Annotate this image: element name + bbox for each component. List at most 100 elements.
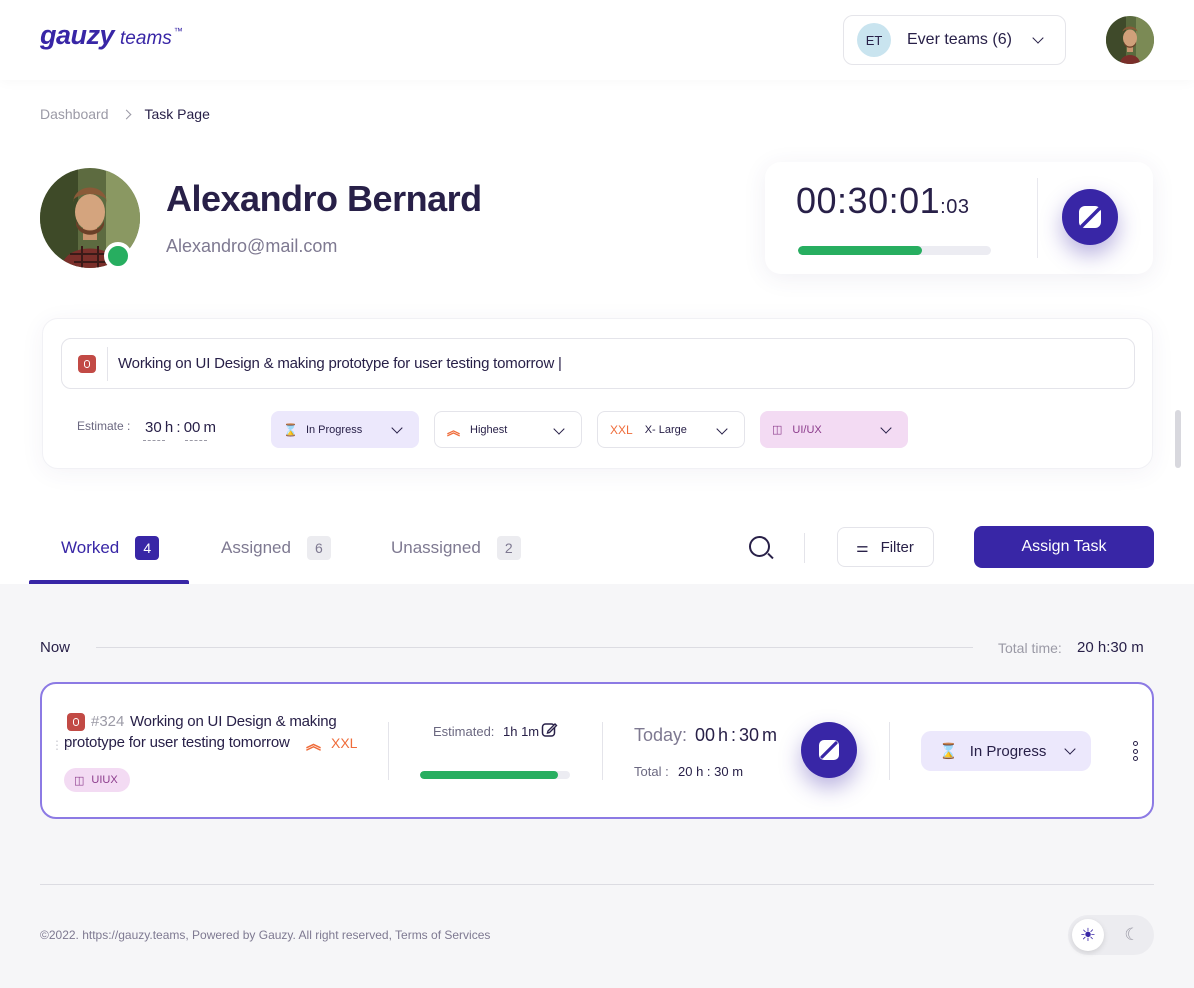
logo-wordmark: gauzy (40, 20, 115, 50)
bug-icon (78, 354, 96, 373)
task-input-text: Working on UI Design & making prototype … (118, 355, 562, 372)
gauzy-logo[interactable]: gauzy teams ™ (40, 20, 183, 51)
task-progress-bar (420, 771, 570, 779)
chevron-down-icon (880, 422, 892, 434)
profile-email: Alexandro@mail.com (166, 236, 338, 256)
team-selector[interactable]: ET Ever teams (6) (843, 15, 1066, 65)
task-title[interactable]: Working on UI Design & making (130, 713, 337, 730)
chevron-right-icon (121, 109, 131, 119)
divider (388, 722, 389, 780)
task-label-text: UIUX (91, 774, 118, 786)
tab-unassigned-label: Unassigned (391, 538, 481, 557)
chevron-down-icon (391, 422, 403, 434)
filter-label: Filter (880, 538, 914, 556)
task-status-dropdown[interactable]: ⌛ In Progress (921, 731, 1091, 771)
priority-value: Highest (470, 423, 508, 436)
play-icon (819, 740, 839, 760)
tab-assigned-label: Assigned (221, 538, 291, 557)
page-scrollbar[interactable] (1175, 410, 1181, 468)
tab-unassigned[interactable]: Unassigned 2 (391, 536, 521, 560)
breadcrumb-dashboard-link[interactable]: Dashboard (40, 106, 109, 122)
total-time-label: Total time: (998, 640, 1062, 656)
divider (804, 533, 805, 563)
label-icon: ◫ (74, 774, 85, 787)
task-title-continued[interactable]: prototype for user testing tomorrow (64, 734, 290, 751)
task-status-value: In Progress (969, 742, 1047, 760)
section-divider (96, 647, 973, 648)
estimate-hours-underline (143, 440, 165, 441)
size-dropdown[interactable]: XXL X- Large (597, 411, 745, 448)
moon-icon[interactable]: ☾ (1120, 923, 1144, 947)
status-value: In Progress (305, 423, 363, 436)
size-code: XXL (610, 422, 633, 437)
timer-card: 00:30:01:03 (765, 162, 1153, 274)
timer-toggle-button[interactable] (1062, 189, 1118, 245)
label-icon: ◫ (772, 424, 783, 436)
tab-assigned[interactable]: Assigned 6 (221, 536, 331, 560)
divider (1037, 178, 1038, 258)
chevron-down-icon (716, 423, 728, 435)
task-progress-fill (420, 771, 558, 779)
active-task-card: Working on UI Design & making prototype … (42, 318, 1153, 469)
tab-worked-label: Worked (61, 538, 120, 557)
theme-toggle[interactable]: ☀ ☾ (1068, 915, 1154, 955)
tab-unassigned-count: 2 (496, 536, 521, 560)
estimated-value: 1h 1m (503, 724, 540, 739)
priority-dropdown[interactable]: ︽ Highest (434, 411, 582, 448)
priority-icon: ︽ (306, 736, 322, 753)
divider (889, 722, 890, 780)
sun-icon[interactable]: ☀ (1072, 919, 1104, 951)
tab-worked[interactable]: Worked 4 (61, 536, 160, 560)
bug-icon (67, 713, 85, 731)
team-name: Ever teams (6) (907, 31, 1012, 48)
status-dropdown[interactable]: ⌛ In Progress (271, 411, 419, 448)
hourglass-icon: ⌛ (283, 422, 298, 437)
logo-subtitle: teams (120, 28, 172, 49)
top-header: gauzy teams ™ ET Ever teams (6) (0, 0, 1194, 80)
today-value: 00 h : 30 m (695, 725, 778, 745)
estimated-label: Estimated: (433, 724, 495, 739)
divider (602, 722, 603, 780)
estimate-minutes-underline (185, 440, 207, 441)
timer-progress-bar (798, 246, 991, 255)
user-avatar[interactable] (1106, 16, 1154, 64)
label-value: UI/UX (792, 423, 822, 436)
timer-progress-fill (798, 246, 922, 255)
section-title: Now (40, 639, 71, 656)
tab-worked-count: 4 (135, 536, 160, 560)
team-avatar: ET (857, 23, 891, 57)
task-timer-button[interactable] (801, 722, 857, 778)
priority-icon: ︽ (447, 423, 461, 438)
size-value: X- Large (644, 423, 687, 436)
profile-name: Alexandro Bernard (166, 178, 482, 219)
footer-divider (40, 884, 1154, 885)
assign-task-button[interactable]: Assign Task (974, 526, 1154, 568)
kebab-icon[interactable] (1132, 741, 1138, 761)
task-input[interactable]: Working on UI Design & making prototype … (61, 338, 1135, 389)
total-time-value: 20 h:30 m (1077, 639, 1144, 656)
chevron-down-icon (553, 423, 565, 435)
breadcrumb: Dashboard Task Page (40, 106, 210, 122)
footer-copyright: ©2022. https://gauzy.teams, Powered by G… (40, 928, 491, 942)
filter-icon: ⚌ (856, 538, 869, 555)
task-number: #324 (91, 713, 125, 730)
filter-button[interactable]: ⚌ Filter (837, 527, 934, 567)
timer-display: 00:30:01:03 (796, 180, 969, 222)
divider (107, 346, 108, 381)
task-row-card[interactable]: ⋮⋮ #324 Working on UI Design & making pr… (40, 682, 1154, 819)
timer-ms: :03 (940, 196, 970, 218)
chevron-down-icon (1032, 32, 1044, 44)
hourglass-icon: ⌛ (939, 743, 958, 760)
estimate-label: Estimate : (77, 419, 131, 433)
row-total-value: 20 h : 30 m (678, 764, 744, 779)
row-total-label: Total : (634, 764, 669, 779)
task-label-badge: ◫ UIUX (64, 768, 130, 792)
search-button[interactable] (748, 535, 774, 561)
online-status-indicator (104, 242, 132, 270)
breadcrumb-current: Task Page (144, 106, 210, 122)
edit-icon[interactable] (541, 721, 558, 738)
label-dropdown[interactable]: ◫ UI/UX (760, 411, 908, 448)
estimate-input[interactable]: 30 h : 00 m (145, 419, 216, 436)
tab-assigned-count: 6 (306, 536, 331, 560)
today-label: Today: (634, 725, 688, 745)
